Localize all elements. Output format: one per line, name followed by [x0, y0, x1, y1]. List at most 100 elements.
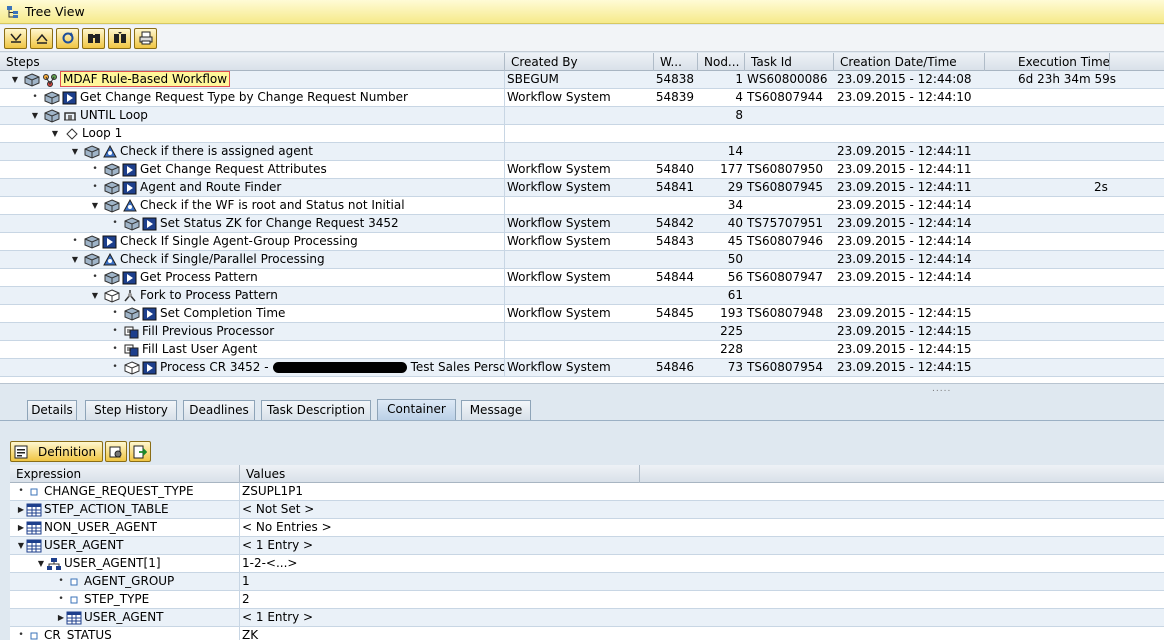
column-header-expression[interactable]: Expression: [10, 465, 240, 483]
definition-button[interactable]: Definition: [10, 441, 104, 462]
step-cell[interactable]: • Set Status ZK for Change Request 3452: [0, 215, 505, 232]
tree-row[interactable]: ▼ Check if there is assigned agent 14 23.09…: [0, 143, 1164, 161]
collapse-triangle-icon[interactable]: ▼: [50, 125, 60, 142]
tree-row[interactable]: • Agent and Route Finder Workflow System 54…: [0, 179, 1164, 197]
expression-cell[interactable]: ▼ USER_AGENT: [10, 537, 240, 554]
execution-time-cell: [1018, 269, 1118, 286]
collapse-triangle-icon[interactable]: ▼: [16, 537, 26, 554]
condition-icon: [123, 198, 137, 211]
column-header-values[interactable]: Values: [240, 465, 640, 483]
tree-row[interactable]: ▼ MDAF Rule-Based Workflow SBEGUM 54838 1 WS6…: [0, 71, 1164, 89]
tree-row[interactable]: ▼ Loop 1: [0, 125, 1164, 143]
step-cell[interactable]: ▼ Fork to Process Pattern: [0, 287, 505, 304]
collapse-triangle-icon[interactable]: ▼: [70, 251, 80, 268]
step-cell[interactable]: • Get Process Pattern: [0, 269, 505, 286]
tree-row[interactable]: • Fill Last User Agent 228 23.09.2015 - 12:…: [0, 341, 1164, 359]
container-row[interactable]: • AGENT_GROUP 1: [10, 573, 1164, 591]
tree-row[interactable]: • Get Change Request Type by Change Reque…: [0, 89, 1164, 107]
step-cell[interactable]: • Fill Previous Processor: [0, 323, 505, 340]
collapse-triangle-icon[interactable]: ▼: [30, 107, 40, 124]
execution-time-cell: [1018, 125, 1118, 142]
task-id-cell: WS60800086: [747, 72, 828, 86]
container-row[interactable]: ▶ NON_USER_AGENT < No Entries >: [10, 519, 1164, 537]
step-cell[interactable]: • Get Change Request Attributes: [0, 161, 505, 178]
step-label: Loop 1: [82, 126, 123, 140]
collapse-triangle-icon[interactable]: ▼: [36, 555, 46, 572]
container-row[interactable]: • CR_STATUS ZK: [10, 627, 1164, 640]
execution-time-cell: [1018, 287, 1118, 304]
print-button[interactable]: [134, 27, 157, 49]
tree-row[interactable]: • Fill Previous Processor 225 23.09.2015 - …: [0, 323, 1164, 341]
container-row[interactable]: • CHANGE_REQUEST_TYPE ZSUPL1P1: [10, 483, 1164, 501]
column-header-node[interactable]: Nod...: [698, 53, 745, 71]
tab-step-history[interactable]: Step History: [85, 400, 177, 421]
step-cell[interactable]: • Set Completion Time: [0, 305, 505, 322]
collapse-triangle-icon[interactable]: ▼: [90, 287, 100, 304]
expression-cell[interactable]: • CHANGE_REQUEST_TYPE: [10, 483, 240, 500]
step-cell[interactable]: • Check If Single Agent-Group Processing: [0, 233, 505, 250]
collapse-triangle-icon[interactable]: ▼: [10, 71, 20, 88]
tree-row[interactable]: • Set Completion Time Workflow System 54845…: [0, 305, 1164, 323]
tree-row[interactable]: ▼ Fork to Process Pattern 61: [0, 287, 1164, 305]
container-export-button[interactable]: [129, 441, 152, 462]
container-row[interactable]: ▶ STEP_ACTION_TABLE < Not Set >: [10, 501, 1164, 519]
column-header-work-item[interactable]: W...: [654, 53, 698, 71]
step-cell[interactable]: ▼ MDAF Rule-Based Workflow: [0, 71, 505, 88]
expression-cell[interactable]: ▶ USER_AGENT: [10, 609, 240, 626]
step-cell[interactable]: • Get Change Request Type by Change Reque…: [0, 89, 505, 106]
step-cell[interactable]: ▼ Check if there is assigned agent: [0, 143, 505, 160]
tree-row[interactable]: • Get Change Request Attributes Workflow S…: [0, 161, 1164, 179]
expression-cell[interactable]: • STEP_TYPE: [10, 591, 240, 608]
step-cell[interactable]: • Process CR 3452 - Test Sales Person: [0, 359, 505, 376]
tab-message[interactable]: Message: [461, 400, 531, 421]
column-header-steps[interactable]: Steps: [0, 53, 505, 71]
tab-task-description[interactable]: Task Description: [261, 400, 371, 421]
creation-date-cell: [837, 125, 985, 142]
find-button[interactable]: [82, 27, 105, 49]
step-cell[interactable]: • Agent and Route Finder: [0, 179, 505, 196]
expand-all-button[interactable]: [4, 27, 27, 49]
container-row[interactable]: ▼ USER_AGENT[1] 1-2-<...>: [10, 555, 1164, 573]
column-header-execution-time[interactable]: Execution Time: [985, 53, 1110, 71]
column-header-creation-date[interactable]: Creation Date/Time: [834, 53, 985, 71]
tree-row[interactable]: ▼ Check if Single/Parallel Processing 50 23…: [0, 251, 1164, 269]
cube-icon: [84, 144, 100, 159]
expression-cell[interactable]: • CR_STATUS: [10, 627, 240, 640]
column-header-task-id[interactable]: Task Id: [745, 53, 834, 71]
refresh-button[interactable]: [56, 27, 79, 49]
expression-cell[interactable]: • AGENT_GROUP: [10, 573, 240, 590]
splitter-handle[interactable]: .....: [0, 383, 1164, 394]
tab-container[interactable]: Container: [377, 399, 456, 421]
leaf-bullet: •: [32, 92, 38, 102]
step-cell[interactable]: ▼ Loop 1: [0, 125, 505, 142]
expression-cell[interactable]: ▶ STEP_ACTION_TABLE: [10, 501, 240, 518]
expand-triangle-icon[interactable]: ▶: [56, 609, 66, 626]
tree-row[interactable]: • Process CR 3452 - Test Sales Person Workf…: [0, 359, 1164, 377]
step-cell[interactable]: ▼ Check if the WF is root and Status not …: [0, 197, 505, 214]
tree-row[interactable]: • Check If Single Agent-Group Processing W…: [0, 233, 1164, 251]
collapse-all-button[interactable]: [30, 27, 53, 49]
container-row[interactable]: ▼ USER_AGENT < 1 Entry >: [10, 537, 1164, 555]
container-settings-button[interactable]: [105, 441, 128, 462]
expression-cell[interactable]: ▼ USER_AGENT[1]: [10, 555, 240, 572]
tree-row[interactable]: • Get Process Pattern Workflow System 54844…: [0, 269, 1164, 287]
step-cell[interactable]: ▼ UNTIL Loop: [0, 107, 505, 124]
tree-row[interactable]: ▼ Check if the WF is root and Status not …: [0, 197, 1164, 215]
expression-cell[interactable]: ▶ NON_USER_AGENT: [10, 519, 240, 536]
work-item-cell: 54846: [655, 360, 694, 374]
tree-row[interactable]: ▼ UNTIL Loop 8: [0, 107, 1164, 125]
collapse-triangle-icon[interactable]: ▼: [90, 197, 100, 214]
container-row[interactable]: ▶ USER_AGENT < 1 Entry >: [10, 609, 1164, 627]
tab-details[interactable]: Details: [27, 400, 77, 421]
tree-row[interactable]: • Set Status ZK for Change Request 3452 Wo…: [0, 215, 1164, 233]
collapse-triangle-icon[interactable]: ▼: [70, 143, 80, 160]
step-cell[interactable]: ▼ Check if Single/Parallel Processing: [0, 251, 505, 268]
expand-triangle-icon[interactable]: ▶: [16, 519, 26, 536]
tab-deadlines[interactable]: Deadlines: [183, 400, 255, 421]
expand-triangle-icon[interactable]: ▶: [16, 501, 26, 518]
table-icon: [26, 503, 42, 516]
column-header-created-by[interactable]: Created By: [505, 53, 654, 71]
container-row[interactable]: • STEP_TYPE 2: [10, 591, 1164, 609]
step-cell[interactable]: • Fill Last User Agent: [0, 341, 505, 358]
find-next-button[interactable]: [108, 27, 131, 49]
